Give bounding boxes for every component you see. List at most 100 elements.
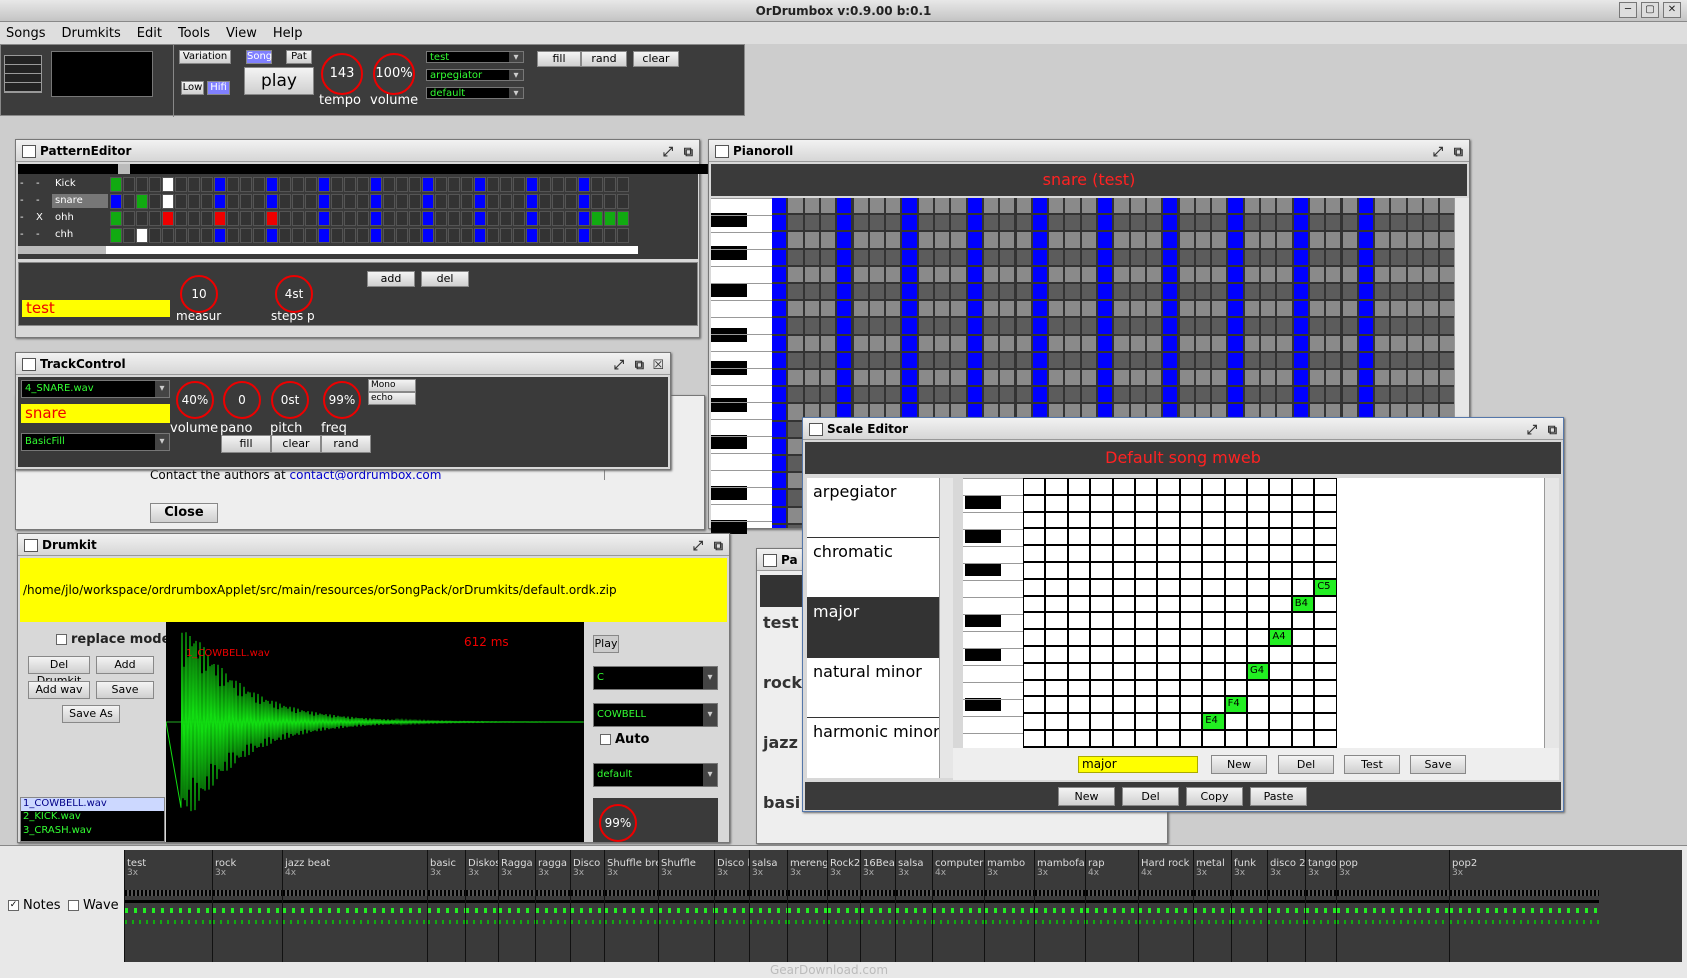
step-cell[interactable] <box>422 211 434 226</box>
piano-black-key[interactable] <box>711 486 747 500</box>
scale-grid-cell[interactable] <box>1112 528 1135 546</box>
pianoroll-cell[interactable] <box>788 301 803 317</box>
pianoroll-cell[interactable] <box>918 215 933 231</box>
step-cell[interactable] <box>539 194 551 209</box>
pianoroll-cell[interactable] <box>1293 301 1308 317</box>
pianoroll-cell[interactable] <box>1391 335 1406 351</box>
pianoroll-cell[interactable] <box>1326 284 1341 300</box>
pianoroll-cell[interactable] <box>1065 215 1080 231</box>
step-cell[interactable] <box>370 228 382 243</box>
timeline-pattern-block[interactable]: 16Beats3x <box>860 850 895 962</box>
pianoroll-cell[interactable] <box>869 387 885 403</box>
scale-grid-cell[interactable] <box>1179 545 1203 562</box>
scale-grid-cell[interactable] <box>1023 612 1046 630</box>
pianoroll-cell[interactable] <box>1130 370 1145 386</box>
scale-grid-cell[interactable] <box>1067 478 1091 495</box>
pianoroll-cell[interactable] <box>1293 387 1308 403</box>
pianoroll-cell[interactable] <box>1016 249 1031 265</box>
scale-grid-cell[interactable] <box>1067 696 1091 714</box>
maximize-icon[interactable]: ⧉ <box>635 355 644 377</box>
step-cell[interactable] <box>604 194 616 209</box>
scale-grid-cell[interactable] <box>1045 545 1068 562</box>
pianoroll-cell[interactable] <box>967 284 982 300</box>
detach-icon[interactable]: ⤢ <box>1433 142 1443 164</box>
pianoroll-cell[interactable] <box>1228 335 1243 351</box>
pianoroll-cell[interactable] <box>1277 215 1292 231</box>
scale-grid-cell[interactable] <box>1135 528 1158 546</box>
pianoroll-cell[interactable] <box>1212 352 1227 368</box>
timeline-pattern-block[interactable]: Shuffle brea3x <box>604 850 658 962</box>
wav-file-list[interactable]: 1_COWBELL.wav 2_KICK.wav 3_CRASH.wav <box>20 797 165 842</box>
scale-grid-cell[interactable] <box>1224 562 1247 579</box>
pianoroll-cell[interactable] <box>951 370 966 386</box>
pianoroll-cell[interactable] <box>788 421 803 437</box>
pianoroll-cell[interactable] <box>1049 301 1064 317</box>
scale-grid-cell[interactable] <box>1067 662 1091 680</box>
pianoroll-cell[interactable] <box>1309 387 1325 403</box>
scale-grid-cell[interactable] <box>1269 612 1292 630</box>
pianoroll-cell[interactable] <box>1130 249 1145 265</box>
pianoroll-cell[interactable] <box>886 387 901 403</box>
scale-grid-cell[interactable] <box>1247 545 1270 562</box>
scale-grid-cell[interactable] <box>1112 713 1135 730</box>
scale-grid-cell[interactable] <box>1090 595 1113 613</box>
pianoroll-cell[interactable] <box>1261 335 1276 351</box>
pianoroll-cell[interactable] <box>1114 266 1129 282</box>
step-cell[interactable] <box>409 211 421 226</box>
step-cell[interactable] <box>162 211 174 226</box>
pianoroll-cell[interactable] <box>788 524 803 528</box>
pianoroll-cell[interactable] <box>1309 284 1325 300</box>
step-cell[interactable] <box>175 194 187 209</box>
scale-grid-cell[interactable] <box>1135 545 1158 562</box>
maximize-icon[interactable]: ⧉ <box>1454 142 1463 164</box>
scale-grid-cell[interactable] <box>1023 478 1046 495</box>
pianoroll-cell[interactable] <box>820 266 836 282</box>
pianoroll-cell[interactable] <box>820 352 836 368</box>
scale-grid-cell[interactable] <box>1090 679 1113 697</box>
rand-button[interactable]: rand <box>581 51 627 67</box>
pianoroll-cell[interactable] <box>1098 198 1113 214</box>
pianoroll-cell[interactable] <box>1065 387 1080 403</box>
pianoroll-cell[interactable] <box>820 318 836 334</box>
pianoroll-cell[interactable] <box>853 198 868 214</box>
timeline-pattern-block[interactable]: test 3x <box>124 850 212 962</box>
scale-grid-cell[interactable] <box>1291 578 1315 596</box>
step-cell[interactable] <box>539 177 551 192</box>
pianoroll-cell[interactable] <box>804 284 819 300</box>
step-cell[interactable] <box>591 177 603 192</box>
scale-grid-cell[interactable] <box>1112 662 1135 680</box>
step-cell[interactable] <box>604 177 616 192</box>
step-cell[interactable] <box>526 194 538 209</box>
scale-grid-cell[interactable] <box>1179 494 1203 512</box>
pianoroll-cell[interactable] <box>1342 284 1357 300</box>
pianoroll-cell[interactable] <box>853 387 868 403</box>
pianoroll-cell[interactable] <box>935 232 950 248</box>
timeline-pattern-block[interactable]: tango 3x <box>1305 850 1336 962</box>
scale-grid-cell[interactable] <box>1112 646 1135 663</box>
pianoroll-cell[interactable] <box>1228 232 1243 248</box>
pianoroll-cell[interactable] <box>1309 232 1325 248</box>
pianoroll-cell[interactable] <box>1163 387 1178 403</box>
pianoroll-cell[interactable] <box>1195 318 1211 334</box>
pianoroll-cell[interactable] <box>967 301 982 317</box>
track-mute-toggle[interactable]: - <box>20 195 30 206</box>
pianoroll-cell[interactable] <box>886 232 901 248</box>
scale-list-item-selected[interactable]: major <box>807 598 939 658</box>
detach-icon[interactable]: ⤢ <box>663 142 673 164</box>
scale-grid-cell[interactable] <box>1112 494 1135 512</box>
scale-grid-cell[interactable] <box>1045 662 1068 680</box>
variation-button[interactable]: Variation <box>179 50 231 64</box>
pianoroll-cell[interactable] <box>772 284 787 300</box>
scale-grid-cell[interactable] <box>1291 545 1315 562</box>
pianoroll-cell[interactable] <box>820 370 836 386</box>
pianoroll-cell[interactable] <box>951 301 966 317</box>
pianoroll-cell[interactable] <box>1179 335 1194 351</box>
scale-grid-cell[interactable] <box>1202 562 1225 579</box>
step-cell[interactable] <box>370 194 382 209</box>
scale-list[interactable]: arpegiator chromatic major natural minor… <box>807 478 939 778</box>
pianoroll-cell[interactable] <box>853 352 868 368</box>
scale-grid-cell[interactable] <box>1269 679 1292 697</box>
pianoroll-cell[interactable] <box>1228 387 1243 403</box>
pianoroll-cell[interactable] <box>1440 215 1454 231</box>
pianoroll-cell[interactable] <box>804 198 819 214</box>
